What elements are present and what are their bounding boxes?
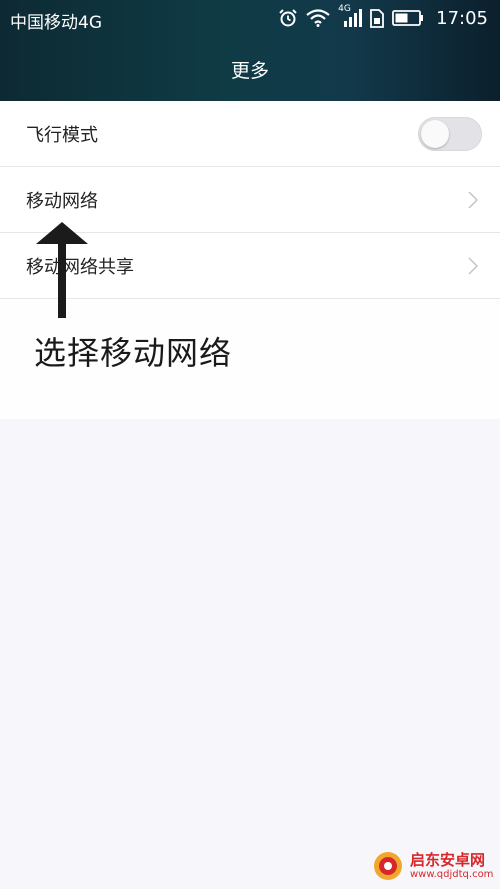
setting-row-airplane-mode[interactable]: 飞行模式 [0,101,500,167]
signal-icon: 4G [338,4,363,28]
annotation-text: 选择移动网络 [34,334,233,372]
title-bar: 中国移动4G 4G 17:05 更多 [0,0,500,101]
wifi-icon [306,9,330,27]
setting-label: 移动网络 [26,190,98,212]
battery-icon [392,10,424,26]
watermark-name: 启东安卓网 [410,850,486,869]
toggle-knob [421,120,449,148]
watermark: 启东安卓网 www.qdjdtq.com [372,850,493,882]
watermark-logo-icon [374,852,402,880]
sim-icon [370,8,385,28]
clock: 17:05 [436,7,488,29]
chevron-right-icon [468,257,478,275]
status-bar: 中国移动4G 4G 17:05 [0,0,500,36]
annotation-arrow-icon [36,222,88,318]
airplane-mode-toggle[interactable] [418,117,482,151]
watermark-url: www.qdjdtq.com [410,868,494,880]
chevron-right-icon [468,191,478,209]
status-icons: 4G 17:05 [278,4,488,29]
setting-label: 飞行模式 [26,124,98,146]
carrier-label: 中国移动4G [10,13,102,33]
alarm-icon [279,9,297,27]
page-title: 更多 [230,60,269,82]
